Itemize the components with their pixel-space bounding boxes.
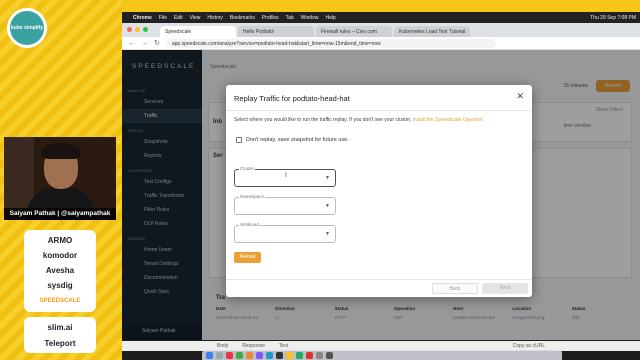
menu-edit[interactable]: Edit — [174, 15, 183, 21]
menu-bookmarks[interactable]: Bookmarks — [230, 15, 255, 21]
cluster-select[interactable]: Cluster I ▼ — [234, 166, 336, 187]
maximize-window-icon[interactable] — [143, 27, 148, 32]
workload-label: Workload — [239, 222, 260, 227]
menu-window[interactable]: Window — [301, 15, 319, 21]
messages-icon[interactable] — [236, 351, 243, 359]
back-arrow-icon[interactable]: ← — [128, 40, 135, 47]
sponsor-speedscale: SPEEDSCALE — [39, 298, 81, 305]
tab-test[interactable]: Test — [279, 343, 288, 349]
presenter-webcam: Saiyam Pathak | @saiyampathak — [4, 137, 116, 220]
checkbox-box[interactable] — [236, 137, 242, 143]
tab-speedscale[interactable]: Speedscale — [160, 26, 236, 37]
kube-simplify-logo: kube simplify — [7, 8, 47, 48]
tab-podtato[interactable]: Hello Podtato! — [238, 26, 314, 37]
text-cursor-icon: I — [285, 172, 287, 179]
sponsor-avesha: Avesha — [45, 265, 75, 275]
sponsor-armo: ARMO — [47, 235, 73, 245]
menu-profiles[interactable]: Profiles — [262, 15, 279, 21]
menu-view[interactable]: View — [190, 15, 201, 21]
reload-icon[interactable]: ↻ — [154, 39, 160, 47]
chevron-down-icon: ▼ — [325, 175, 330, 181]
tab-response[interactable]: Response — [242, 343, 265, 349]
dialog-footer: Back Next — [226, 279, 532, 297]
tab-body[interactable]: Body — [217, 343, 228, 349]
mac-menu-bar: Chrome File Edit View History Bookmarks … — [122, 12, 640, 23]
address-bar: ← → ↻ app.speedscale.com/analyze?service… — [122, 37, 640, 50]
menu-file[interactable]: File — [159, 15, 167, 21]
mac-dock — [202, 350, 562, 360]
description-text: Select where you would like to run the t… — [234, 117, 412, 123]
browser-tab-bar: Speedscale Hello Podtato! Firewall rules… — [122, 23, 640, 37]
photos-icon[interactable] — [246, 351, 253, 359]
back-button[interactable]: Back — [432, 283, 478, 294]
notes-icon[interactable] — [286, 351, 293, 359]
snapshot-only-checkbox[interactable]: Don't replay, save snapshot for future u… — [236, 137, 349, 143]
launchpad-icon[interactable] — [216, 351, 223, 359]
dialog-title: Replay Traffic for podtato-head-hat — [234, 94, 350, 103]
tab-k8s-tutorial[interactable]: Kubernetes Load Test Tutorial — [394, 26, 470, 37]
sponsor-komodor: komodor — [42, 250, 78, 260]
screen-share: Chrome File Edit View History Bookmarks … — [122, 12, 640, 360]
window-controls — [127, 27, 148, 32]
namespace-label: Namespace — [239, 194, 266, 199]
presenter-hair — [42, 143, 80, 159]
logo-text: kube simplify — [11, 25, 43, 31]
slack-icon[interactable] — [256, 351, 263, 359]
next-button[interactable]: Next — [482, 283, 528, 294]
workload-select[interactable]: Workload ▼ — [234, 222, 336, 243]
sponsor-teleport: Teleport — [44, 338, 76, 348]
menu-help[interactable]: Help — [325, 15, 335, 21]
tab-civo[interactable]: Firewall rules – Civo.com — [316, 26, 392, 37]
install-operator-link[interactable]: install the Speedscale Operator. — [413, 117, 484, 123]
menu-history[interactable]: History — [207, 15, 223, 21]
checkbox-label: Don't replay, save snapshot for future u… — [246, 137, 349, 143]
close-icon[interactable]: ✕ — [516, 91, 524, 102]
chrome-icon[interactable] — [226, 351, 233, 359]
presenter-name: Saiyam Pathak | @saiyampathak — [4, 208, 116, 220]
chevron-down-icon: ▼ — [325, 231, 330, 237]
clock: Thu 29 Sep 7:08 PM — [590, 14, 636, 21]
copy-curl-button[interactable]: Copy as cURL — [513, 343, 545, 349]
zoom-icon[interactable] — [266, 351, 273, 359]
minimize-window-icon[interactable] — [135, 27, 140, 32]
dialog-description: Select where you would like to run the t… — [226, 111, 532, 124]
settings-icon[interactable] — [316, 351, 323, 359]
sponsor-slimai: slim.ai — [47, 322, 73, 332]
replay-traffic-dialog: Replay Traffic for podtato-head-hat ✕ Se… — [226, 85, 532, 297]
chevron-down-icon: ▼ — [325, 203, 330, 209]
cluster-label: Cluster — [239, 166, 256, 171]
finder-icon[interactable] — [206, 351, 213, 359]
terminal-icon[interactable] — [276, 351, 283, 359]
url-field[interactable]: app.speedscale.com/analyze?service=podta… — [165, 38, 496, 48]
forward-arrow-icon[interactable]: → — [141, 40, 148, 47]
menu-tab[interactable]: Tab — [286, 15, 294, 21]
reload-button[interactable]: Reload — [234, 252, 261, 263]
namespace-select[interactable]: Namespace ▼ — [234, 194, 336, 215]
sponsor-sysdig: sysdig — [47, 281, 73, 291]
menu-chrome[interactable]: Chrome — [133, 15, 152, 21]
trash-icon[interactable] — [326, 351, 333, 359]
close-window-icon[interactable] — [127, 27, 132, 32]
music-icon[interactable] — [306, 351, 313, 359]
sponsor-panel: ARMO komodor Avesha sysdig SPEEDSCALE — [24, 230, 96, 312]
vscode-icon[interactable] — [296, 351, 303, 359]
sponsor-panel-2: slim.ai Teleport — [24, 317, 96, 353]
